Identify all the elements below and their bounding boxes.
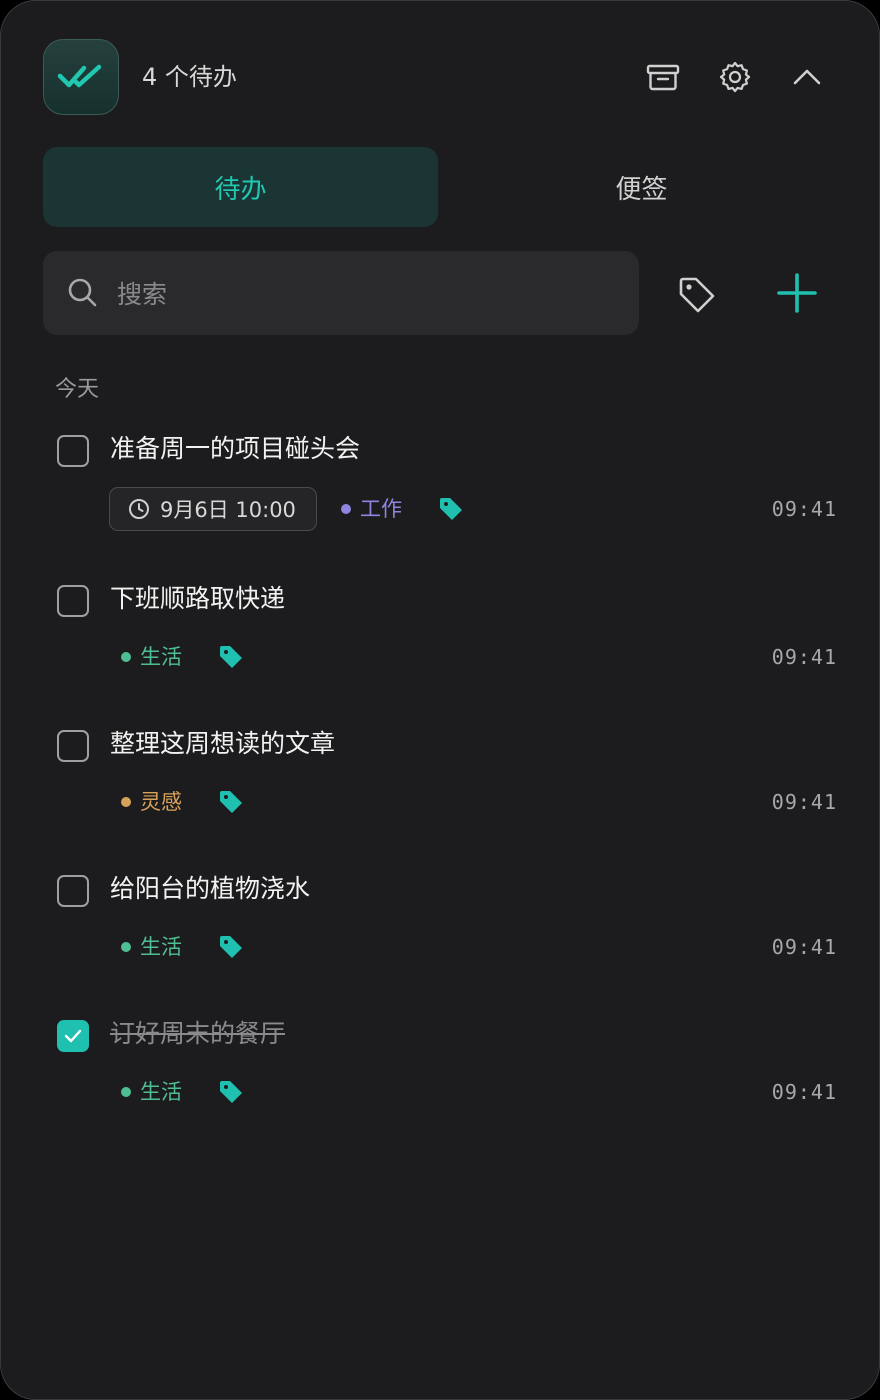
tag-filter-icon[interactable] xyxy=(677,275,717,315)
todo-meta: 灵感 09:41 xyxy=(1,780,879,824)
label-dot xyxy=(121,1087,131,1097)
todo-panel: 4 个待办 待办 便签 搜索 今天 准备周一的项目碰头会 9月6日 10:00 … xyxy=(0,0,880,1400)
label-chip[interactable]: 生活 xyxy=(121,1078,182,1106)
label-chip[interactable]: 工作 xyxy=(341,495,402,523)
tag-icon[interactable] xyxy=(438,496,464,522)
double-check-icon xyxy=(57,64,102,88)
label-text: 灵感 xyxy=(140,790,182,814)
todo-meta: 生活 09:41 xyxy=(1,635,879,679)
label-text: 工作 xyxy=(360,497,402,521)
tab-notes[interactable]: 便签 xyxy=(444,147,839,227)
label-text: 生活 xyxy=(140,645,182,669)
todo-time: 09:41 xyxy=(771,497,837,521)
todo-item: 整理这周想读的文章 灵感 09:41 xyxy=(1,726,879,846)
todo-time: 09:41 xyxy=(771,935,837,959)
tag-icon[interactable] xyxy=(218,934,244,960)
chevron-up-icon xyxy=(793,69,821,85)
archive-icon xyxy=(646,64,680,91)
clock-icon xyxy=(129,499,149,519)
todo-item: 给阳台的植物浇水 生活 09:41 xyxy=(1,871,879,991)
due-date-text: 9月6日 10:00 xyxy=(160,498,296,522)
tag-icon[interactable] xyxy=(218,789,244,815)
todo-time: 09:41 xyxy=(771,790,837,814)
todo-checkbox[interactable] xyxy=(57,435,89,467)
app-icon[interactable] xyxy=(43,39,119,115)
gear-icon xyxy=(719,61,751,93)
label-dot xyxy=(341,504,351,514)
label-chip[interactable]: 生活 xyxy=(121,933,182,961)
settings-button[interactable] xyxy=(717,59,753,95)
todo-item-done: 订好周末的餐厅 生活 09:41 xyxy=(1,1016,879,1136)
todo-title[interactable]: 下班顺路取快递 xyxy=(110,581,285,617)
todo-meta: 生活 09:41 xyxy=(1,1070,879,1114)
todo-meta: 9月6日 10:00 工作 09:41 xyxy=(1,487,879,531)
tab-todo[interactable]: 待办 xyxy=(43,147,438,227)
todo-count: 4 个待办 xyxy=(142,63,237,91)
label-chip[interactable]: 生活 xyxy=(121,643,182,671)
add-todo-icon[interactable] xyxy=(775,271,819,315)
collapse-button[interactable] xyxy=(789,59,825,95)
todo-title[interactable]: 给阳台的植物浇水 xyxy=(110,871,310,907)
todo-checkbox[interactable] xyxy=(57,875,89,907)
label-dot xyxy=(121,797,131,807)
label-text: 生活 xyxy=(140,935,182,959)
todo-title[interactable]: 订好周末的餐厅 xyxy=(110,1016,285,1052)
todo-time: 09:41 xyxy=(771,1080,837,1104)
search-icon xyxy=(68,278,97,307)
todo-checkbox[interactable] xyxy=(57,585,89,617)
label-chip[interactable]: 灵感 xyxy=(121,788,182,816)
header: 4 个待办 xyxy=(43,39,839,115)
tag-icon[interactable] xyxy=(218,644,244,670)
tab-bar: 待办 便签 xyxy=(43,147,839,227)
todo-item: 下班顺路取快递 生活 09:41 xyxy=(1,581,879,701)
tag-icon[interactable] xyxy=(218,1079,244,1105)
todo-time: 09:41 xyxy=(771,645,837,669)
label-dot xyxy=(121,942,131,952)
todo-checkbox[interactable] xyxy=(57,730,89,762)
todo-title[interactable]: 准备周一的项目碰头会 xyxy=(110,431,360,467)
todo-item: 准备周一的项目碰头会 9月6日 10:00 工作 09:41 xyxy=(1,431,879,551)
todo-meta: 生活 09:41 xyxy=(1,925,879,969)
todo-checkbox-checked[interactable] xyxy=(57,1020,89,1052)
label-text: 生活 xyxy=(140,1080,182,1104)
due-date-chip[interactable]: 9月6日 10:00 xyxy=(109,487,317,531)
todo-title[interactable]: 整理这周想读的文章 xyxy=(110,726,335,762)
archive-button[interactable] xyxy=(645,59,681,95)
checkmark-icon xyxy=(64,1029,82,1043)
label-dot xyxy=(121,652,131,662)
search-input[interactable] xyxy=(115,271,619,317)
section-label-today: 今天 xyxy=(55,377,100,402)
search-box xyxy=(43,251,639,335)
